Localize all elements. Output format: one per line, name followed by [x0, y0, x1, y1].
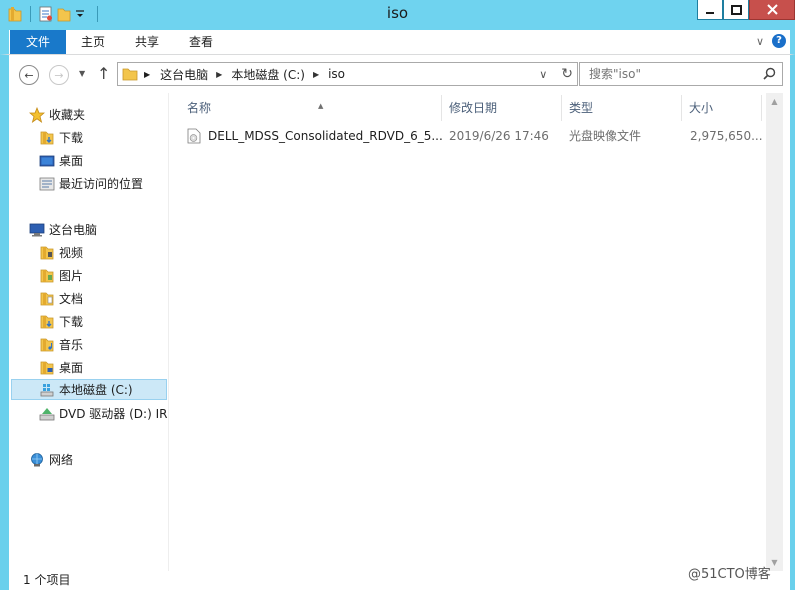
ribbon: 文件 主页 共享 查看 ∨ ? [0, 30, 795, 55]
disc-image-file-icon [187, 128, 201, 144]
nav-desktop[interactable]: 桌面 [39, 357, 83, 378]
search-box[interactable] [579, 62, 783, 86]
arrow-right-icon: → [54, 68, 64, 82]
breadcrumb-arrow-icon[interactable]: ▶ [144, 70, 150, 79]
music-folder-icon [39, 337, 55, 353]
breadcrumb: 这台电脑 ▶ 本地磁盘 (C:) ▶ iso [160, 66, 345, 83]
nav-pictures[interactable]: 图片 [39, 265, 83, 286]
documents-folder-icon [39, 291, 55, 307]
folder-icon [122, 67, 138, 81]
nav-label: 本地磁盘 (C:) [59, 383, 133, 397]
network-icon [29, 452, 45, 468]
downloads-folder-icon [39, 314, 55, 330]
nav-label: DVD 驱动器 (D:) IR [59, 407, 168, 421]
desktop-icon [39, 153, 55, 169]
tab-home[interactable]: 主页 [73, 30, 113, 54]
vertical-scrollbar[interactable]: ▲ ▼ [766, 93, 783, 571]
nav-local-disk-c[interactable]: 本地磁盘 (C:) [11, 379, 167, 400]
up-arrow-icon[interactable]: ↑ [97, 64, 110, 83]
nav-network[interactable]: 网络 [29, 449, 73, 470]
downloads-folder-icon [39, 130, 55, 146]
search-input[interactable] [589, 66, 759, 82]
nav-label: 音乐 [59, 338, 84, 352]
tab-share[interactable]: 共享 [127, 30, 167, 54]
minimize-button[interactable] [697, 0, 723, 20]
computer-icon [29, 222, 45, 238]
tab-file[interactable]: 文件 [10, 30, 66, 54]
address-bar[interactable]: ▶ 这台电脑 ▶ 本地磁盘 (C:) ▶ iso ∨ ↻ [117, 62, 578, 86]
help-icon[interactable]: ? [772, 34, 786, 48]
window-title: iso [386, 4, 409, 22]
recent-locations-dropdown-icon[interactable]: ▼ [79, 69, 85, 78]
nav-label: 图片 [59, 269, 84, 283]
column-header-size[interactable]: 大小 [682, 95, 762, 121]
navigation-bar: ← → ▼ ↑ ▶ 这台电脑 ▶ 本地磁盘 (C:) ▶ iso ∨ ↻ [9, 55, 790, 93]
file-size: 2,975,650... [690, 129, 763, 143]
nav-favorites-downloads[interactable]: 下载 [39, 127, 83, 148]
main-area: 收藏夹 下载 桌面 最近访问的位置 这台电脑 视频 图片 文档 下载 音乐 桌面… [9, 93, 790, 571]
breadcrumb-this-pc[interactable]: 这台电脑 [160, 66, 208, 83]
status-bar: 1 个项目 [9, 571, 790, 590]
nav-favorites-desktop[interactable]: 桌面 [39, 150, 83, 171]
item-count: 1 个项目 [23, 573, 71, 587]
videos-folder-icon [39, 245, 55, 261]
nav-label: 桌面 [59, 361, 84, 375]
nav-label: 网络 [49, 453, 74, 467]
column-header-name[interactable]: ▲ 名称 [180, 95, 442, 121]
nav-label: 这台电脑 [49, 223, 98, 237]
dvd-drive-icon [39, 406, 55, 422]
nav-dvd-drive[interactable]: DVD 驱动器 (D:) IR [39, 403, 167, 424]
recent-places-icon [39, 176, 55, 192]
navigation-pane: 收藏夹 下载 桌面 最近访问的位置 这台电脑 视频 图片 文档 下载 音乐 桌面… [9, 93, 168, 571]
desktop-folder-icon [39, 360, 55, 376]
column-header-modified[interactable]: 修改日期 [442, 95, 562, 121]
breadcrumb-iso[interactable]: iso [328, 67, 345, 81]
table-row[interactable]: DELL_MDSS_Consolidated_RDVD_6_5... 2019/… [187, 125, 766, 147]
maximize-icon [730, 4, 742, 15]
nav-documents[interactable]: 文档 [39, 288, 83, 309]
back-button[interactable]: ← [19, 65, 39, 85]
file-modified: 2019/6/26 17:46 [449, 129, 549, 143]
nav-favorites-recent[interactable]: 最近访问的位置 [39, 173, 143, 194]
sort-ascending-icon: ▲ [318, 102, 324, 110]
star-icon [29, 106, 45, 123]
file-list: ▲ 名称 修改日期 类型 大小 DELL_MDSS_Consolidated_R… [169, 93, 766, 571]
title-bar: iso [0, 0, 795, 30]
breadcrumb-arrow-icon[interactable]: ▶ [216, 70, 222, 79]
forward-button[interactable]: → [49, 65, 69, 85]
search-icon[interactable] [763, 67, 776, 83]
scroll-up-icon[interactable]: ▲ [766, 93, 783, 110]
nav-label: 文档 [59, 292, 84, 306]
nav-label: 下载 [59, 315, 84, 329]
file-name: DELL_MDSS_Consolidated_RDVD_6_5... [208, 129, 443, 143]
ribbon-expand-icon[interactable]: ∨ [756, 35, 764, 48]
nav-label: 桌面 [59, 154, 84, 168]
local-disk-icon [39, 382, 55, 398]
tab-view[interactable]: 查看 [181, 30, 221, 54]
maximize-button[interactable] [723, 0, 749, 20]
nav-label: 下载 [59, 131, 84, 145]
address-dropdown-icon[interactable]: ∨ [539, 68, 547, 81]
nav-downloads[interactable]: 下载 [39, 311, 83, 332]
breadcrumb-local-disk[interactable]: 本地磁盘 (C:) [231, 66, 305, 83]
close-button[interactable] [749, 0, 795, 20]
watermark: @51CTO博客 [688, 567, 771, 582]
arrow-left-icon: ← [24, 68, 34, 82]
ribbon-controls: ∨ ? [756, 34, 786, 48]
nav-favorites[interactable]: 收藏夹 [29, 104, 85, 125]
breadcrumb-arrow-icon[interactable]: ▶ [313, 70, 319, 79]
nav-label: 最近访问的位置 [59, 177, 144, 191]
refresh-icon[interactable]: ↻ [561, 66, 573, 82]
address-controls: ∨ ↻ [539, 66, 573, 82]
nav-label: 视频 [59, 246, 84, 260]
nav-label: 收藏夹 [49, 108, 86, 122]
file-type: 光盘映像文件 [569, 129, 642, 143]
pictures-folder-icon [39, 268, 55, 284]
close-icon [766, 4, 778, 15]
column-header-type[interactable]: 类型 [562, 95, 682, 121]
nav-this-pc[interactable]: 这台电脑 [29, 219, 97, 240]
minimize-icon [706, 11, 714, 14]
nav-videos[interactable]: 视频 [39, 242, 83, 263]
nav-music[interactable]: 音乐 [39, 334, 83, 355]
